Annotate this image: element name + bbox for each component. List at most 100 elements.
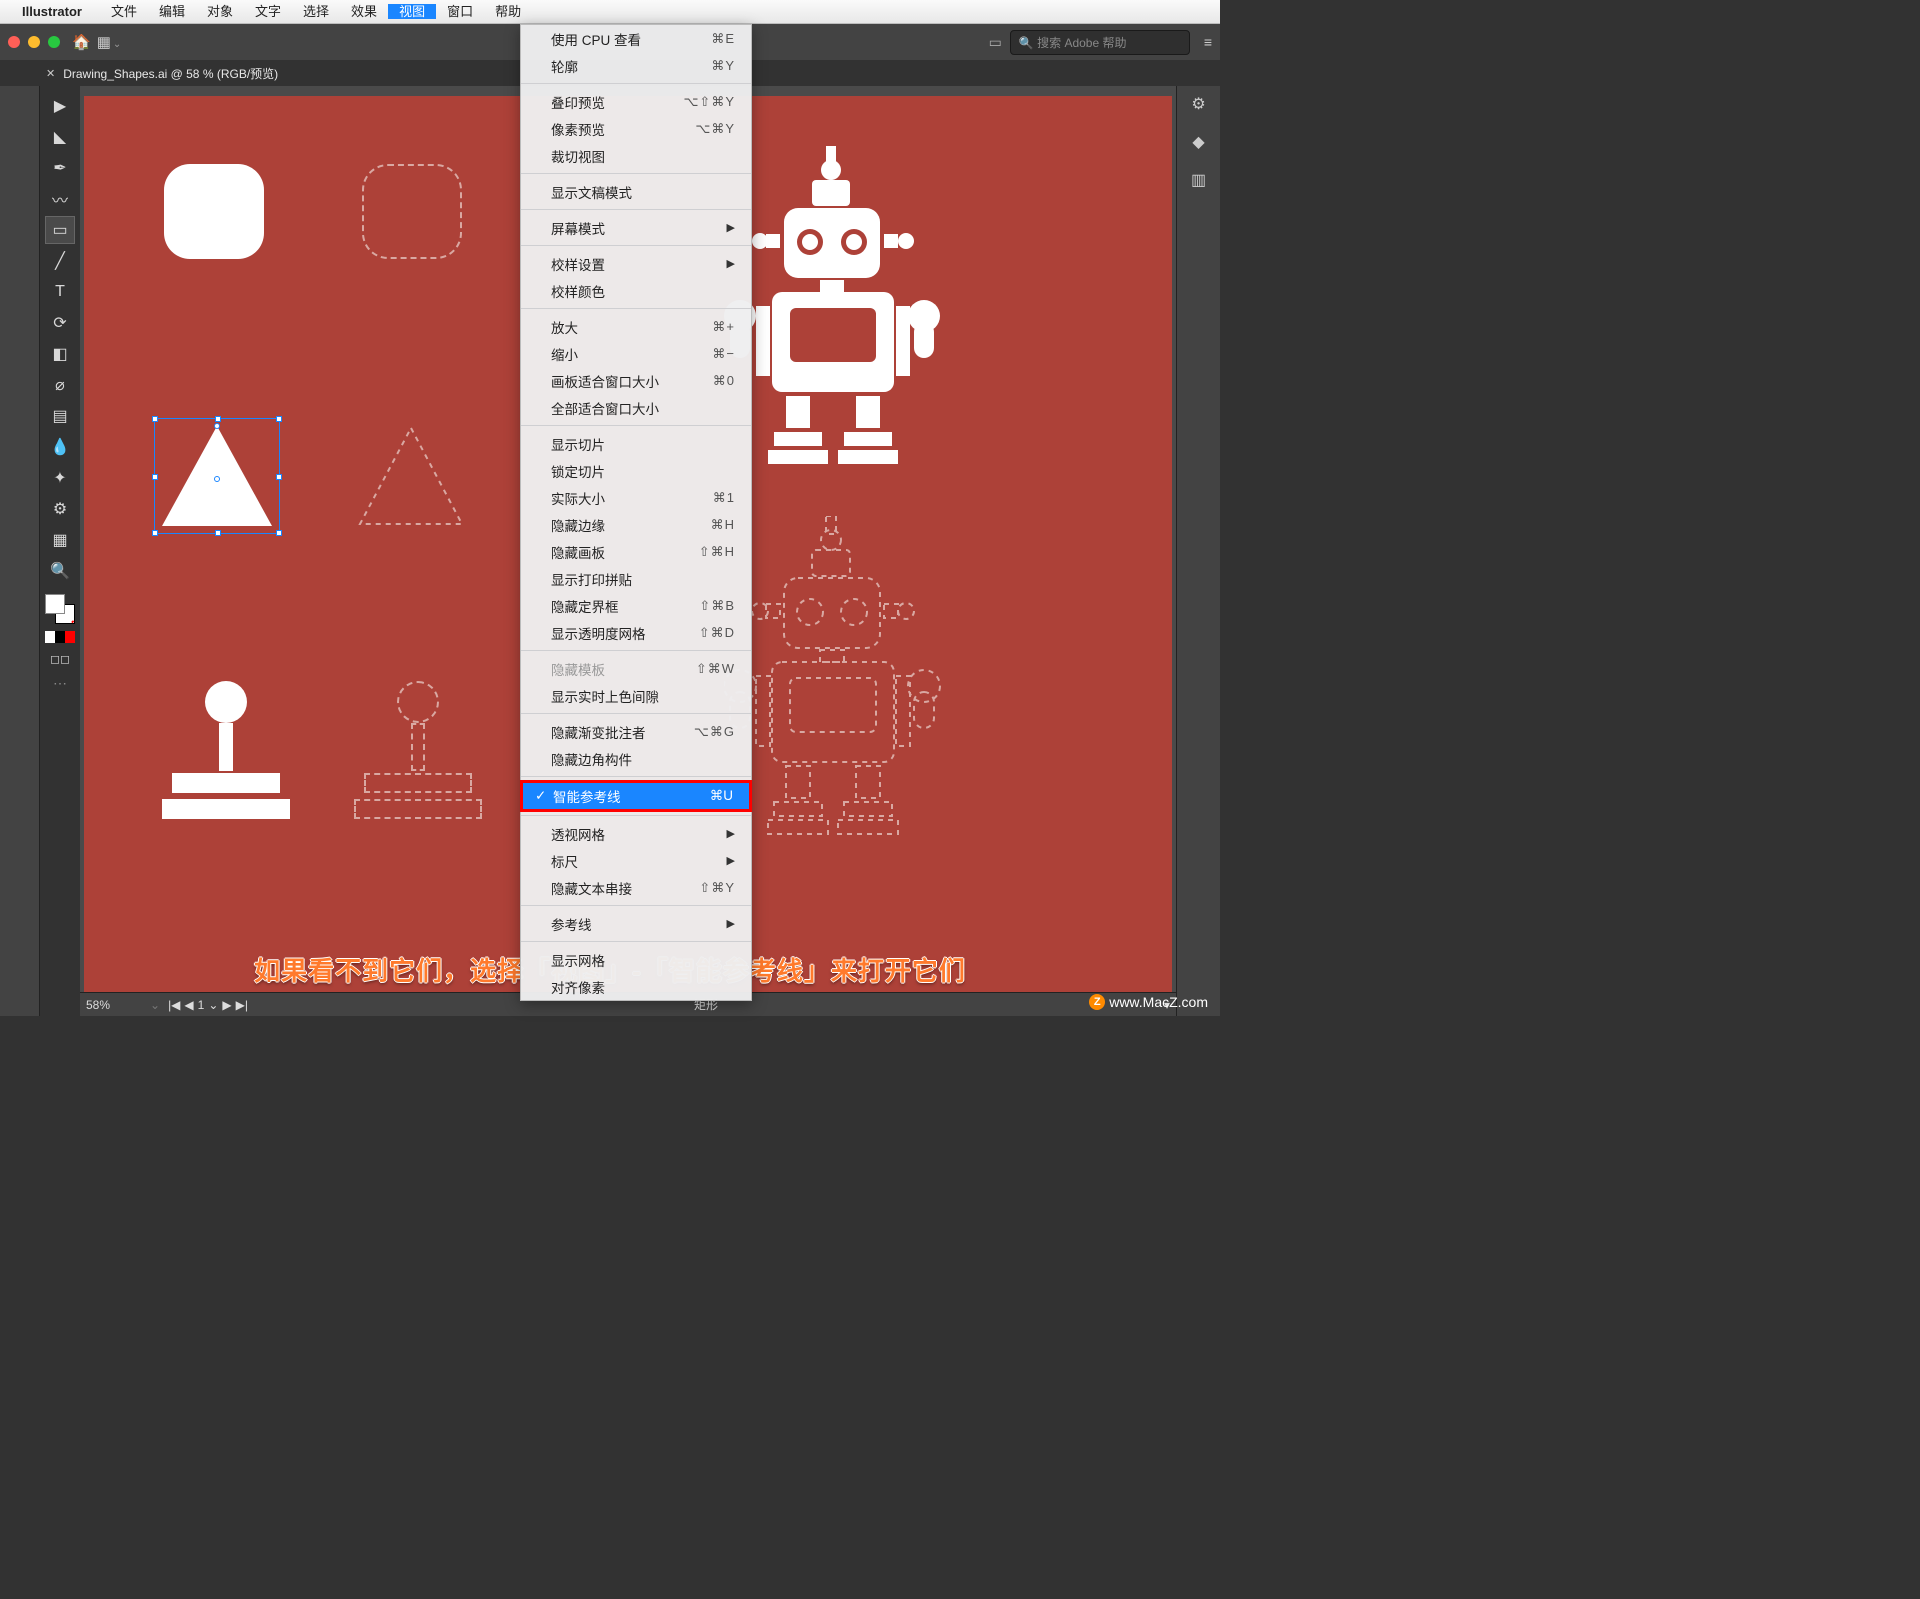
workspace-switcher-icon[interactable]: ▦⌄ xyxy=(97,33,122,51)
menu-item[interactable]: 实际大小⌘1 xyxy=(521,484,751,511)
center-point[interactable] xyxy=(214,476,220,482)
eraser-tool[interactable]: ◧ xyxy=(45,340,75,368)
artboard-navigation[interactable]: |◀ ◀ 1 ⌄ ▶ ▶| xyxy=(168,998,248,1012)
menu-item[interactable]: 显示透明度网格⇧⌘D xyxy=(521,619,751,646)
menu-item[interactable]: 校样颜色 xyxy=(521,277,751,304)
menu-item[interactable]: 显示网格 xyxy=(521,946,751,973)
menu-item[interactable]: 隐藏画板⇧⌘H xyxy=(521,538,751,565)
menubar-item-窗口[interactable]: 窗口 xyxy=(436,4,484,19)
menu-item[interactable]: 放大⌘+ xyxy=(521,313,751,340)
menu-item-label: 隐藏定界框 xyxy=(551,596,699,616)
menu-item[interactable]: 隐藏渐变批注者⌥⌘G xyxy=(521,718,751,745)
gradient-tool[interactable]: ▤ xyxy=(45,402,75,430)
fill-stroke-control[interactable] xyxy=(45,594,75,624)
artboard-number[interactable]: 1 xyxy=(198,998,205,1012)
artboard-tool[interactable]: ▦ xyxy=(45,526,75,554)
next-artboard-icon[interactable]: ▶ xyxy=(222,998,231,1012)
menu-item[interactable]: 参考线▶ xyxy=(521,910,751,937)
menu-item[interactable]: 对齐像素 xyxy=(521,973,751,1000)
menubar-item-对象[interactable]: 对象 xyxy=(196,4,244,19)
menu-item[interactable]: 显示切片 xyxy=(521,430,751,457)
symbol-sprayer-tool[interactable]: ⚙ xyxy=(45,495,75,523)
last-artboard-icon[interactable]: ▶| xyxy=(236,998,248,1012)
menubar-item-帮助[interactable]: 帮助 xyxy=(484,4,532,19)
view-menu-dropdown[interactable]: 使用 CPU 查看⌘E轮廓⌘Y 叠印预览⌥⇧⌘Y像素预览⌥⌘Y裁切视图显示文稿模式… xyxy=(520,24,752,1001)
eyedropper-tool[interactable]: 💧 xyxy=(45,433,75,461)
app-name[interactable]: Illustrator xyxy=(22,4,82,19)
type-tool[interactable]: T xyxy=(45,278,75,306)
arrange-documents-icon[interactable]: ▭ xyxy=(989,34,1002,51)
home-icon[interactable]: 🏠 xyxy=(72,33,91,51)
curvature-tool[interactable]: 〰 xyxy=(45,185,75,213)
edit-toolbar-icon[interactable]: ⋯ xyxy=(53,675,67,692)
menu-item[interactable]: 轮廓⌘Y xyxy=(521,52,751,79)
menu-item[interactable]: 隐藏边角构件 xyxy=(521,745,751,772)
menu-item[interactable]: 隐藏定界框⇧⌘B xyxy=(521,592,751,619)
menubar-item-文字[interactable]: 文字 xyxy=(244,4,292,19)
menubar-item-视图[interactable]: 视图 xyxy=(388,4,436,19)
menu-item-shortcut: ⌥⇧⌘Y xyxy=(683,94,735,110)
artboard-dropdown-icon[interactable]: ⌄ xyxy=(208,998,218,1012)
draw-mode-icon[interactable]: ◻◻ xyxy=(45,652,75,666)
shape-builder-tool[interactable]: ⌀ xyxy=(45,371,75,399)
menubar-item-编辑[interactable]: 编辑 xyxy=(148,4,196,19)
minimize-window-icon[interactable] xyxy=(28,36,40,48)
menu-item[interactable]: 叠印预览⌥⇧⌘Y xyxy=(521,88,751,115)
menu-item[interactable]: 缩小⌘− xyxy=(521,340,751,367)
menu-item[interactable]: 锁定切片 xyxy=(521,457,751,484)
zoom-level[interactable]: 58% xyxy=(86,998,142,1012)
menu-item-shortcut: ⌘1 xyxy=(713,490,735,506)
menu-item[interactable]: 隐藏文本串接⇧⌘Y xyxy=(521,874,751,901)
robot-outline[interactable] xyxy=(724,516,954,851)
properties-icon[interactable]: ⚙ xyxy=(1191,94,1205,114)
color-mode-swatch[interactable] xyxy=(45,631,75,643)
pen-tool[interactable]: ✒ xyxy=(45,154,75,182)
menu-item-smart-guides[interactable]: 智能参考线⌘U xyxy=(521,781,751,811)
zoom-tool[interactable]: 🔍 xyxy=(45,557,75,585)
robot-solid[interactable] xyxy=(724,146,954,481)
zoom-dropdown-icon[interactable]: ⌄ xyxy=(150,998,160,1012)
zoom-window-icon[interactable] xyxy=(48,36,60,48)
menu-item[interactable]: 使用 CPU 查看⌘E xyxy=(521,25,751,52)
triangle-outline[interactable] xyxy=(356,426,466,526)
search-input[interactable]: 🔍 搜索 Adobe 帮助 xyxy=(1010,30,1190,55)
menu-item[interactable]: 隐藏边缘⌘H xyxy=(521,511,751,538)
joystick-outline[interactable] xyxy=(354,681,482,819)
menu-item: 隐藏模板⇧⌘W xyxy=(521,655,751,682)
menu-item[interactable]: 画板适合窗口大小⌘0 xyxy=(521,367,751,394)
close-window-icon[interactable] xyxy=(8,36,20,48)
anchor-point[interactable] xyxy=(214,423,220,429)
menu-item[interactable]: 全部适合窗口大小 xyxy=(521,394,751,421)
menu-item[interactable]: 标尺▶ xyxy=(521,847,751,874)
direct-selection-tool[interactable]: ◣ xyxy=(45,123,75,151)
blend-tool[interactable]: ✦ xyxy=(45,464,75,492)
joystick-solid[interactable] xyxy=(162,681,290,819)
libraries-icon[interactable]: ▥ xyxy=(1191,170,1206,190)
rectangle-tool[interactable]: ▭ xyxy=(45,216,75,244)
document-tab-label[interactable]: Drawing_Shapes.ai @ 58 % (RGB/预览) xyxy=(63,65,278,82)
layers-icon[interactable]: ◆ xyxy=(1192,132,1204,152)
menu-item[interactable]: 像素预览⌥⌘Y xyxy=(521,115,751,142)
rotate-tool[interactable]: ⟳ xyxy=(45,309,75,337)
selection-tool[interactable]: ▶ xyxy=(45,92,75,120)
menu-item[interactable]: 屏幕模式▶ xyxy=(521,214,751,241)
rounded-rectangle-outline[interactable] xyxy=(362,164,462,259)
menubar-item-文件[interactable]: 文件 xyxy=(100,4,148,19)
close-tab-icon[interactable]: ✕ xyxy=(46,67,55,80)
menu-item[interactable]: 校样设置▶ xyxy=(521,250,751,277)
rounded-rectangle-solid[interactable] xyxy=(164,164,264,259)
menubar-item-效果[interactable]: 效果 xyxy=(340,4,388,19)
first-artboard-icon[interactable]: |◀ xyxy=(168,998,180,1012)
menu-item[interactable]: 裁切视图 xyxy=(521,142,751,169)
triangle-solid-selected[interactable] xyxy=(162,426,272,526)
prev-artboard-icon[interactable]: ◀ xyxy=(184,998,193,1012)
hamburger-icon[interactable]: ≡ xyxy=(1204,34,1212,50)
menu-item-label: 实际大小 xyxy=(551,488,713,508)
menu-item[interactable]: 显示文稿模式 xyxy=(521,178,751,205)
paintbrush-tool[interactable]: ╱ xyxy=(45,247,75,275)
menubar-item-选择[interactable]: 选择 xyxy=(292,4,340,19)
menu-item[interactable]: 显示打印拼贴 xyxy=(521,565,751,592)
menu-item[interactable]: 透视网格▶ xyxy=(521,820,751,847)
menu-item-shortcut: ⌘U xyxy=(710,788,733,804)
menu-item[interactable]: 显示实时上色间隙 xyxy=(521,682,751,709)
